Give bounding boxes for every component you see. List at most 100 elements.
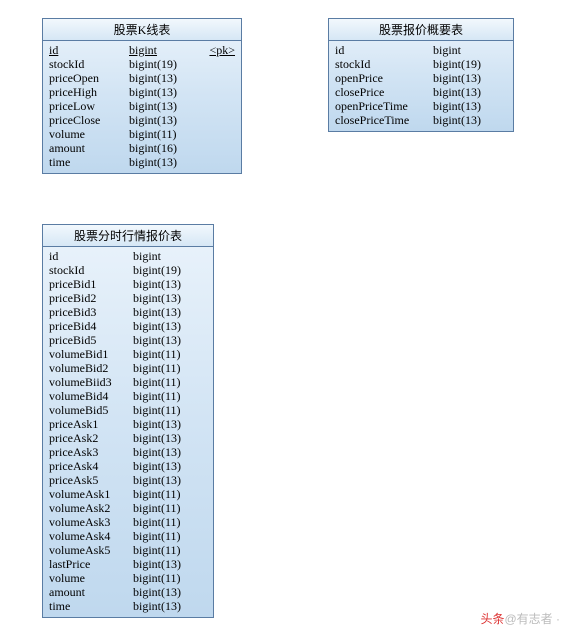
column-type: bigint(19) xyxy=(433,57,503,71)
table-row: priceClosebigint(13) xyxy=(49,113,235,127)
column-name: amount xyxy=(49,585,133,599)
column-name: openPrice xyxy=(335,71,433,85)
entity-title: 股票K线表 xyxy=(43,19,241,41)
column-type: bigint(13) xyxy=(133,305,203,319)
column-type: bigint(11) xyxy=(129,127,207,141)
table-row: volumeBid1bigint(11) xyxy=(49,347,207,361)
entity-table-summary: 股票报价概要表 idbigint stockIdbigint(19) openP… xyxy=(328,18,514,132)
entity-title: 股票分时行情报价表 xyxy=(43,225,213,247)
table-row: priceHighbigint(13) xyxy=(49,85,235,99)
column-type: bigint(13) xyxy=(133,473,203,487)
table-row: stockIdbigint(19) xyxy=(49,57,235,71)
column-type: bigint(13) xyxy=(133,557,203,571)
column-type: bigint(13) xyxy=(433,71,503,85)
watermark-prefix: 头条 xyxy=(480,612,504,626)
table-row: amountbigint(16) xyxy=(49,141,235,155)
table-row: priceBid3bigint(13) xyxy=(49,305,207,319)
column-name: id xyxy=(49,249,133,263)
column-name: priceBid1 xyxy=(49,277,133,291)
column-name: volumeBiid3 xyxy=(49,375,133,389)
column-name: volumeAsk4 xyxy=(49,529,133,543)
table-row: priceAsk3bigint(13) xyxy=(49,445,207,459)
column-type: bigint(11) xyxy=(133,487,203,501)
entity-columns: id bigint <pk> stockIdbigint(19) priceOp… xyxy=(43,41,241,173)
column-name: closePriceTime xyxy=(335,113,433,127)
table-row: idbigint xyxy=(49,249,207,263)
table-row: stockIdbigint(19) xyxy=(49,263,207,277)
column-type: bigint xyxy=(433,43,503,57)
column-type: bigint(13) xyxy=(133,319,203,333)
table-row: volumebigint(11) xyxy=(49,127,235,141)
column-name: priceOpen xyxy=(49,71,129,85)
column-type: bigint(13) xyxy=(133,459,203,473)
column-type: bigint(13) xyxy=(433,99,503,113)
table-row: priceOpenbigint(13) xyxy=(49,71,235,85)
column-name: stockId xyxy=(335,57,433,71)
column-name: openPriceTime xyxy=(335,99,433,113)
table-row: timebigint(13) xyxy=(49,155,235,169)
table-row: priceBid1bigint(13) xyxy=(49,277,207,291)
column-name: volumeBid5 xyxy=(49,403,133,417)
column-type: bigint(11) xyxy=(133,571,203,585)
column-name: id xyxy=(335,43,433,57)
column-name: volumeAsk3 xyxy=(49,515,133,529)
table-row: timebigint(13) xyxy=(49,599,207,613)
table-row: priceAsk1bigint(13) xyxy=(49,417,207,431)
column-type: bigint(11) xyxy=(133,361,203,375)
column-type: bigint(13) xyxy=(133,417,203,431)
column-name: priceAsk3 xyxy=(49,445,133,459)
table-row: lastPricebigint(13) xyxy=(49,557,207,571)
table-row: volumeBid2bigint(11) xyxy=(49,361,207,375)
table-row: priceAsk2bigint(13) xyxy=(49,431,207,445)
column-name: priceLow xyxy=(49,99,129,113)
table-row: openPricebigint(13) xyxy=(335,71,507,85)
column-name: volumeAsk1 xyxy=(49,487,133,501)
column-type: bigint(13) xyxy=(133,277,203,291)
column-name: stockId xyxy=(49,263,133,277)
table-row: volumeAsk4bigint(11) xyxy=(49,529,207,543)
watermark-suffix: · xyxy=(553,612,560,626)
column-type: bigint(19) xyxy=(133,263,203,277)
column-type: bigint(13) xyxy=(133,333,203,347)
table-row: amountbigint(13) xyxy=(49,585,207,599)
column-name: priceBid2 xyxy=(49,291,133,305)
column-type: bigint(11) xyxy=(133,403,203,417)
column-type: bigint(11) xyxy=(133,529,203,543)
column-type: bigint(11) xyxy=(133,501,203,515)
column-name: priceAsk4 xyxy=(49,459,133,473)
table-row: idbigint xyxy=(335,43,507,57)
column-name: priceBid3 xyxy=(49,305,133,319)
entity-table-tick: 股票分时行情报价表 idbigint stockIdbigint(19) pri… xyxy=(42,224,214,618)
column-type: bigint(13) xyxy=(133,431,203,445)
column-type: bigint(13) xyxy=(133,585,203,599)
column-name: priceAsk5 xyxy=(49,473,133,487)
column-name: time xyxy=(49,599,133,613)
column-name: amount xyxy=(49,141,129,155)
table-row: volumeAsk5bigint(11) xyxy=(49,543,207,557)
column-name: closePrice xyxy=(335,85,433,99)
column-name: volumeAsk5 xyxy=(49,543,133,557)
column-type: bigint(11) xyxy=(133,375,203,389)
column-type: bigint(11) xyxy=(133,543,203,557)
column-name: volume xyxy=(49,571,133,585)
column-type: bigint xyxy=(133,249,203,263)
column-type: bigint(11) xyxy=(133,389,203,403)
column-name: volumeAsk2 xyxy=(49,501,133,515)
watermark-at: @ xyxy=(504,612,516,626)
table-row: priceAsk5bigint(13) xyxy=(49,473,207,487)
column-name: volume xyxy=(49,127,129,141)
column-name: id xyxy=(49,43,129,57)
column-type: bigint(13) xyxy=(129,113,207,127)
column-name: stockId xyxy=(49,57,129,71)
column-name: priceAsk1 xyxy=(49,417,133,431)
column-name: priceBid5 xyxy=(49,333,133,347)
table-row: volumeBid5bigint(11) xyxy=(49,403,207,417)
entity-columns: idbigint stockIdbigint(19) openPricebigi… xyxy=(329,41,513,131)
table-row: priceAsk4bigint(13) xyxy=(49,459,207,473)
table-row: openPriceTimebigint(13) xyxy=(335,99,507,113)
entity-title: 股票报价概要表 xyxy=(329,19,513,41)
table-row: priceBid4bigint(13) xyxy=(49,319,207,333)
column-type: bigint(13) xyxy=(129,155,207,169)
column-type: bigint(13) xyxy=(129,71,207,85)
column-name: lastPrice xyxy=(49,557,133,571)
